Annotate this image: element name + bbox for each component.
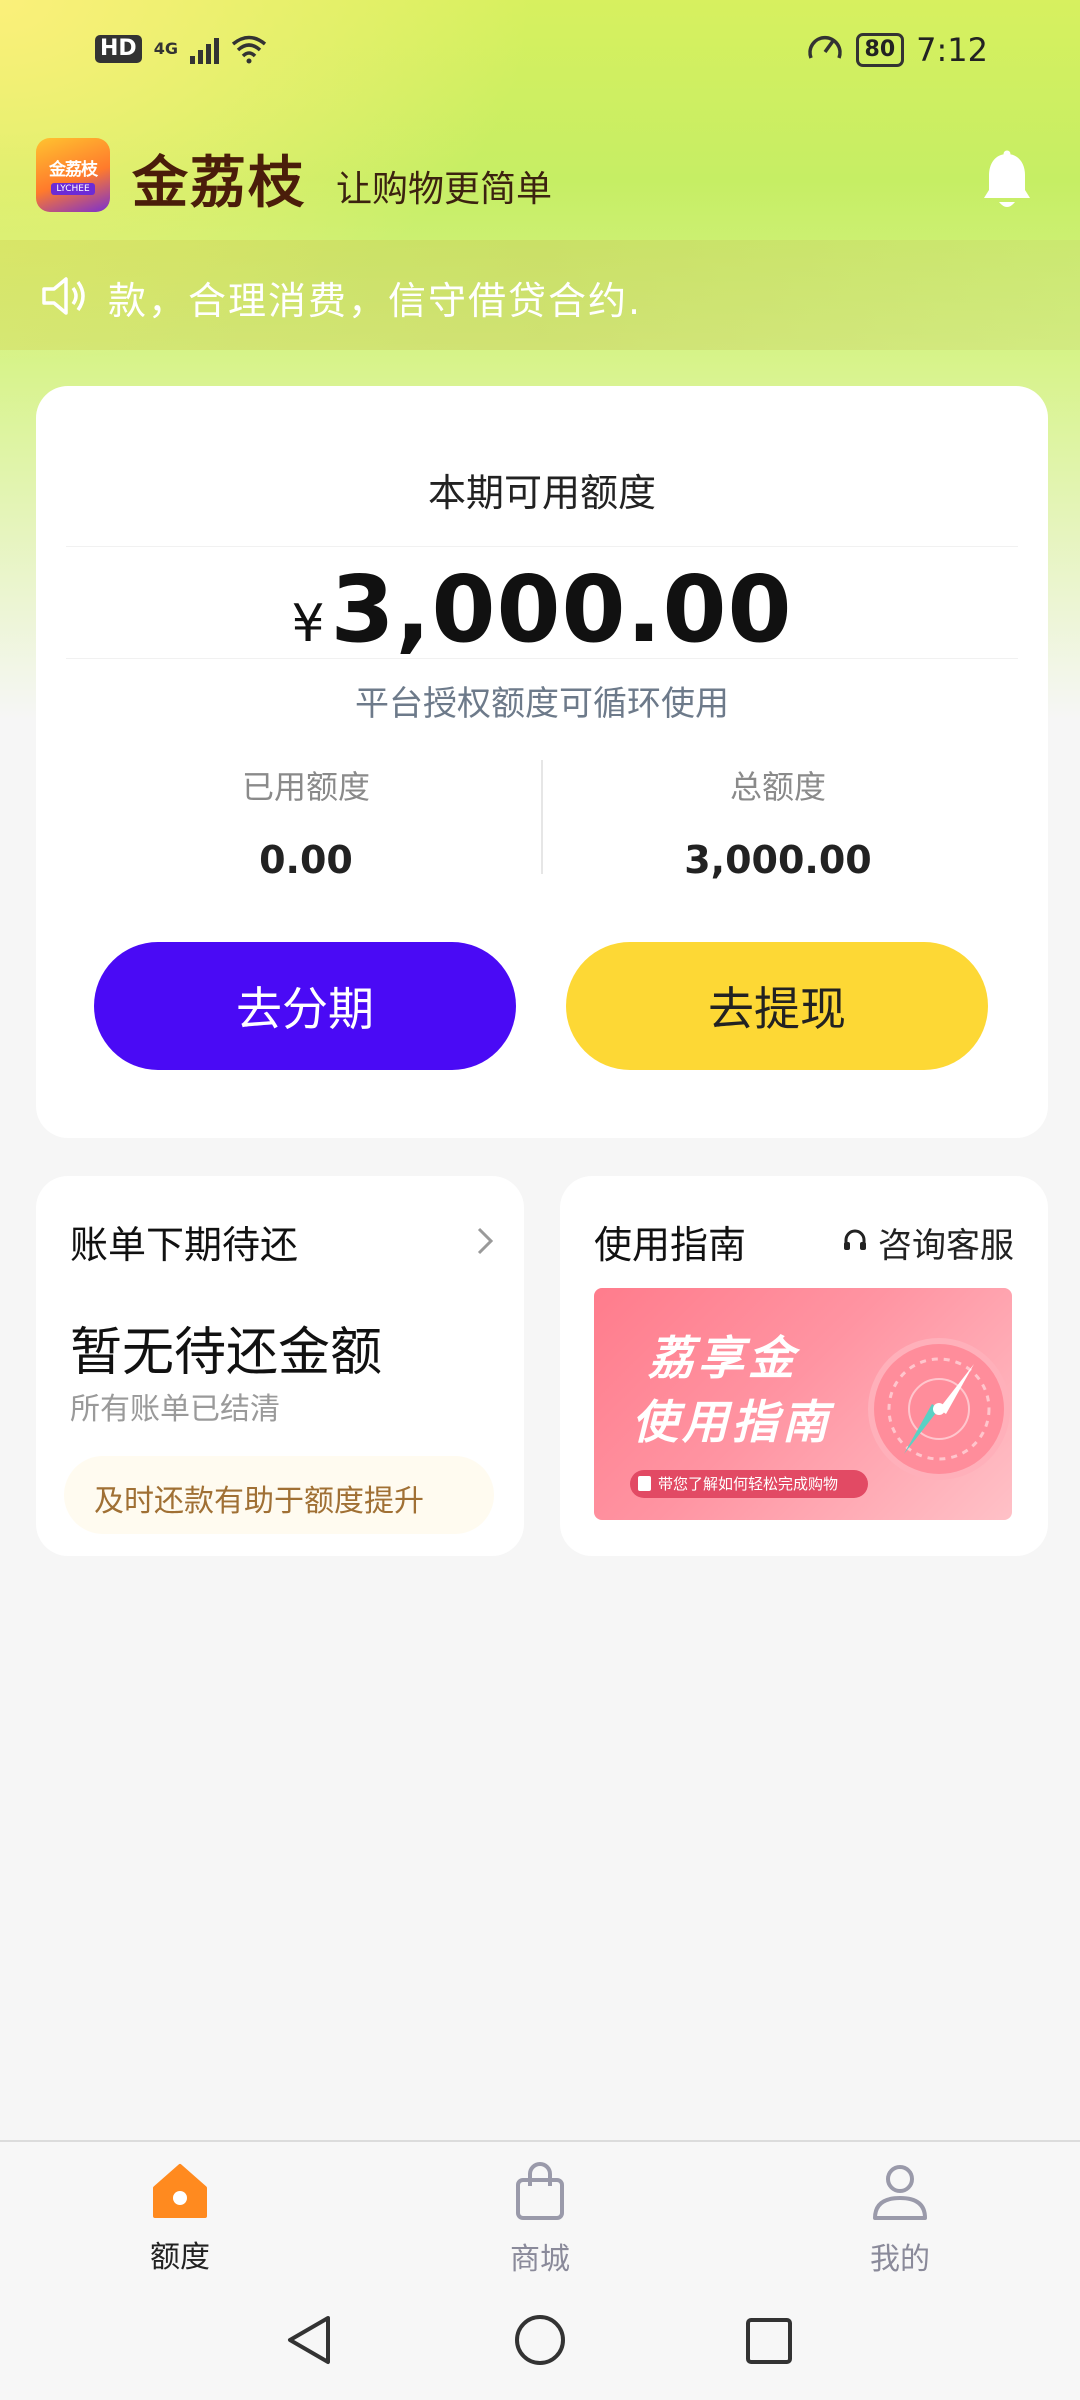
total-limit-value: 3,000.00 <box>684 838 872 882</box>
back-icon[interactable] <box>284 2312 334 2372</box>
nav-label-quota: 额度 <box>150 2240 210 2275</box>
nav-item-mall[interactable]: 商城 <box>440 2162 640 2278</box>
bill-title: 账单下期待还 <box>70 1223 299 1267</box>
speaker-icon <box>40 274 90 322</box>
bill-substatus: 所有账单已结清 <box>70 1392 280 1427</box>
home-icon <box>149 2164 211 2224</box>
banner-pill: 带您了解如何轻松完成购物 <box>630 1470 868 1498</box>
home-circle-icon[interactable] <box>512 2312 568 2372</box>
vertical-divider <box>541 760 543 874</box>
profile-icon <box>871 2165 929 2226</box>
chevron-right-icon[interactable] <box>476 1226 494 1260</box>
withdraw-button[interactable]: 去提现 <box>566 942 988 1070</box>
used-limit: 已用额度 0.00 <box>106 762 506 882</box>
status-bar: HD 4G 80 7:12 <box>0 0 1080 110</box>
speedometer-icon <box>806 30 844 70</box>
repayment-tip: 及时还款有助于额度提升 <box>64 1456 494 1534</box>
battery-indicator: 80 <box>855 33 905 67</box>
amount-value: 3,000.00 <box>330 556 793 663</box>
guide-title: 使用指南 <box>594 1223 747 1267</box>
installment-button[interactable]: 去分期 <box>94 942 516 1070</box>
app-logo: 金荔枝 LYCHEE <box>36 138 110 212</box>
nav-label-mine: 我的 <box>870 2242 930 2277</box>
nav-item-quota[interactable]: 额度 <box>80 2162 280 2276</box>
banner-subtitle: 使用指南 <box>632 1395 832 1449</box>
notice-text: 款，合理消费，信守借贷合约. <box>108 279 643 323</box>
shopping-bag-icon <box>512 2162 568 2226</box>
guide-card: 使用指南 咨询客服 荔享金 使用指南 带您了解如何轻松完成购物 <box>560 1176 1048 1556</box>
bottom-nav: 额度 商城 我的 <box>0 2140 1080 2292</box>
hd-indicator: HD <box>95 35 142 63</box>
nav-label-mall: 商城 <box>510 2242 570 2277</box>
guide-banner[interactable]: 荔享金 使用指南 带您了解如何轻松完成购物 <box>594 1288 1012 1520</box>
notice-bar[interactable]: 款，合理消费，信守借贷合约. <box>0 240 1080 350</box>
currency-symbol: ¥ <box>291 594 325 654</box>
compass-icon <box>864 1334 1012 1488</box>
bill-status: 暂无待还金额 <box>70 1323 383 1383</box>
available-limit-title: 本期可用额度 <box>427 471 656 515</box>
wifi-icon <box>231 34 267 64</box>
app-slogan: 让购物更简单 <box>336 169 553 210</box>
customer-service-label: 咨询客服 <box>878 1226 1014 1266</box>
divider <box>66 546 1018 547</box>
banner-title: 荔享金 <box>648 1331 798 1385</box>
headset-icon <box>842 1223 868 1263</box>
total-limit: 总额度 3,000.00 <box>578 762 978 882</box>
recents-icon[interactable] <box>744 2316 794 2370</box>
used-limit-label: 已用额度 <box>241 768 370 806</box>
clock: 7:12 <box>916 31 988 69</box>
bag-icon <box>638 1476 651 1491</box>
total-limit-label: 总额度 <box>729 768 826 806</box>
available-amount: ¥3,000.00 <box>36 556 1048 663</box>
nav-item-mine[interactable]: 我的 <box>800 2162 1000 2278</box>
divider <box>66 658 1018 659</box>
used-limit-value: 0.00 <box>259 838 353 882</box>
limit-subtitle: 平台授权额度可循环使用 <box>355 684 729 724</box>
app-name: 金荔枝 <box>132 151 306 216</box>
bill-card[interactable]: 账单下期待还 暂无待还金额 所有账单已结清 及时还款有助于额度提升 <box>36 1176 524 1556</box>
repayment-tip-text: 及时还款有助于额度提升 <box>94 1484 424 1519</box>
system-nav-bar <box>0 2290 1080 2400</box>
network-type: 4G <box>153 39 178 58</box>
customer-service-link[interactable]: 咨询客服 <box>842 1218 1014 1267</box>
signal-icon <box>189 34 219 64</box>
credit-limit-card: 本期可用额度 ¥3,000.00 平台授权额度可循环使用 已用额度 0.00 总… <box>36 386 1048 1138</box>
bell-icon[interactable] <box>982 150 1032 212</box>
